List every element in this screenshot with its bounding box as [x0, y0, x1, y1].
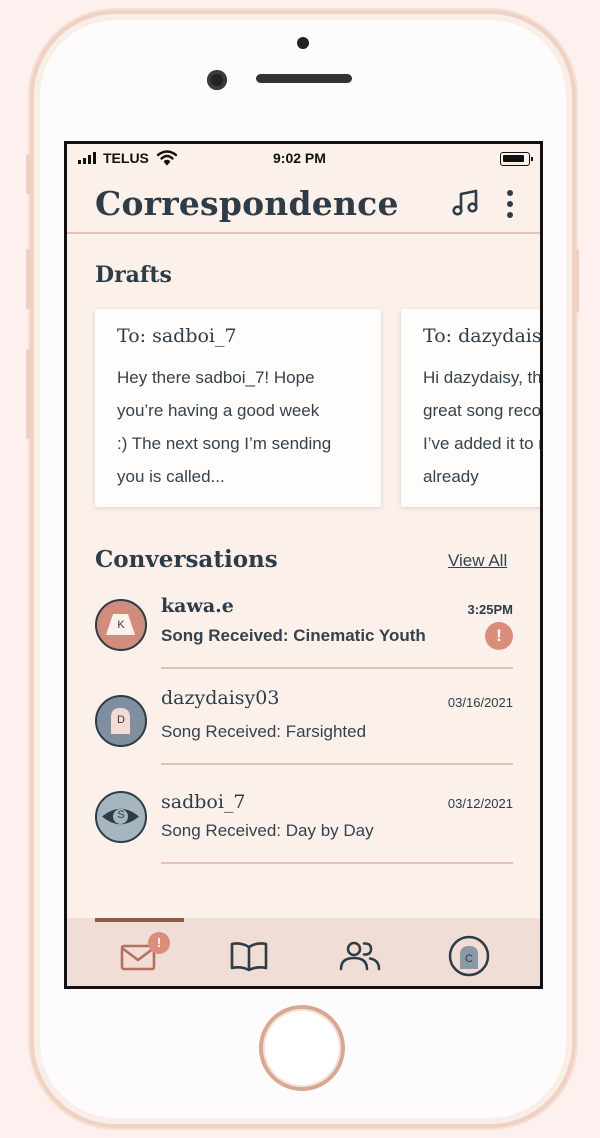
draft-card[interactable]: To: sadboi_7 Hey there sadboi_7! Hope yo…	[95, 309, 381, 507]
draft-recipient: To: dazydaisy03	[423, 325, 542, 347]
draft-preview: Hi dazydaisy, thanks for the great song …	[423, 368, 542, 486]
profile-letter: C	[465, 953, 473, 965]
earpiece-speaker	[256, 74, 352, 83]
mute-switch	[26, 154, 31, 194]
power-button	[574, 249, 579, 313]
conversation-name: sadboi_7	[161, 791, 246, 813]
row-divider	[161, 763, 513, 765]
conversation-name: dazydaisy03	[161, 687, 280, 709]
book-icon[interactable]	[225, 932, 273, 980]
music-note-icon[interactable]	[451, 188, 481, 218]
draft-card[interactable]: To: dazydaisy03 Hi dazydaisy, thanks for…	[401, 309, 542, 507]
avatar-letter: K	[117, 619, 125, 631]
profile-icon[interactable]: C	[445, 932, 493, 980]
view-all-link[interactable]: View All	[448, 551, 507, 571]
conversation-preview: Song Received: Day by Day	[161, 821, 374, 840]
drafts-heading: Drafts	[95, 262, 172, 288]
conversations-heading: Conversations	[95, 546, 278, 573]
more-options-icon[interactable]	[504, 188, 516, 220]
conversation-preview: Song Received: Farsighted	[161, 722, 367, 741]
conversation-row[interactable]: K kawa.e 3:25PM Song Received: Cinematic…	[67, 589, 540, 685]
bottom-tab-bar: ! C	[67, 918, 540, 986]
draft-recipient: To: sadboi_7	[117, 325, 237, 347]
unread-alert-icon: !	[485, 622, 513, 650]
wifi-icon	[157, 150, 177, 166]
conversation-row[interactable]: D dazydaisy03 03/16/2021 Song Received: …	[67, 687, 540, 783]
signal-icon	[78, 152, 100, 164]
conversation-date: 03/16/2021	[447, 695, 513, 710]
avatar-letter: S	[117, 809, 125, 821]
friends-icon[interactable]	[336, 932, 384, 980]
avatar-letter: D	[117, 714, 125, 726]
conversation-row[interactable]: S sadboi_7 03/12/2021 Song Received: Day…	[67, 787, 540, 883]
active-tab-indicator	[95, 918, 184, 922]
volume-up-button	[26, 249, 31, 309]
avatar: D	[95, 695, 147, 747]
conversation-preview: Song Received: Cinematic Youth	[161, 626, 426, 645]
volume-down-button	[26, 349, 31, 439]
conversation-date: 03/12/2021	[447, 796, 513, 811]
page-title: Correspondence	[95, 184, 399, 223]
app-screen: TELUS 9:02 PM Correspondence Drafts To: …	[64, 141, 543, 989]
status-time: 9:02 PM	[273, 150, 326, 166]
conversation-name: kawa.e	[161, 595, 234, 617]
draft-preview: Hey there sadboi_7! Hope you’re having a…	[117, 368, 332, 486]
proximity-sensor	[297, 37, 309, 49]
carrier-label: TELUS	[103, 150, 149, 166]
home-button[interactable]	[259, 1005, 345, 1091]
avatar: K	[95, 599, 147, 651]
avatar: S	[95, 791, 147, 843]
row-divider	[161, 667, 513, 669]
header-divider	[67, 232, 540, 234]
front-camera-icon	[207, 70, 227, 90]
battery-icon	[500, 152, 533, 166]
status-bar: TELUS 9:02 PM	[67, 144, 540, 174]
conversation-date: 3:25PM	[467, 602, 513, 617]
row-divider	[161, 862, 513, 864]
mail-badge: !	[148, 932, 170, 954]
